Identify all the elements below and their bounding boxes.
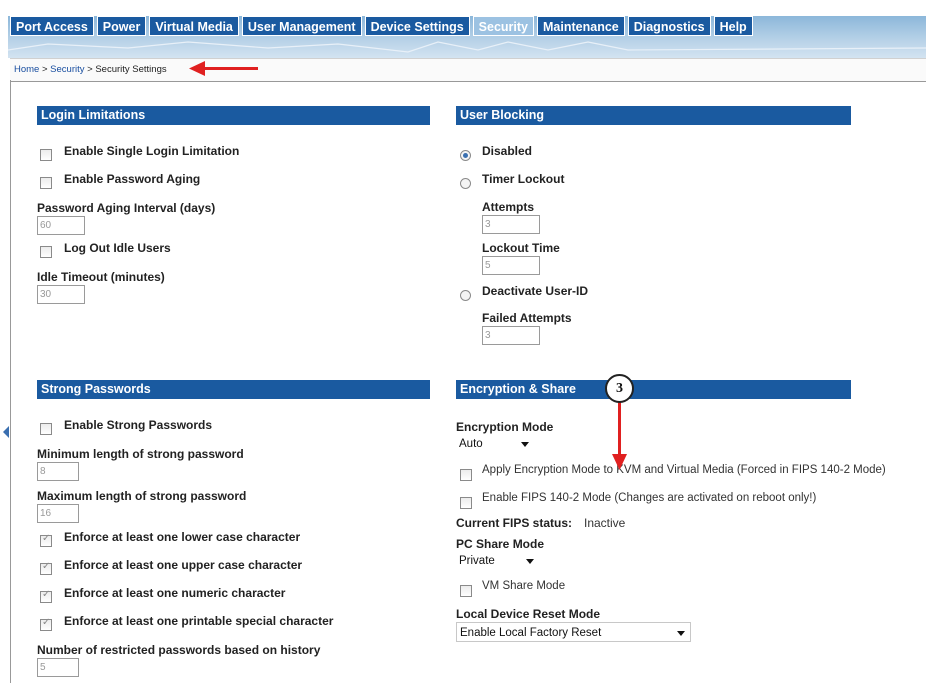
arrowhead-down-icon — [612, 454, 627, 470]
fips-status-label: Current FIPS status: — [456, 516, 573, 530]
special-char-checkbox[interactable] — [40, 617, 52, 631]
idle-timeout-label: Idle Timeout (minutes) — [37, 270, 165, 284]
password-aging-checkbox[interactable] — [40, 177, 52, 189]
banner-wave-decoration — [8, 41, 926, 53]
min-length-label: Minimum length of strong password — [37, 447, 244, 461]
password-history-label: Number of restricted passwords based on … — [37, 643, 321, 657]
vm-share-label: VM Share Mode — [482, 580, 566, 592]
single-login-label: Enable Single Login Limitation — [64, 144, 240, 158]
breadcrumb-security-link[interactable]: Security — [50, 64, 84, 75]
password-history-input[interactable]: 5 — [37, 658, 79, 677]
deactivate-user-radio[interactable] — [460, 290, 471, 301]
menu-tab-power[interactable]: Power — [96, 16, 147, 36]
top-banner: Port Access Power Virtual Media User Manage… — [0, 0, 926, 58]
content-left-border — [10, 80, 11, 683]
blocking-disabled-label: Disabled — [482, 144, 533, 158]
strong-passwords-label: Enable Strong Passwords — [64, 418, 213, 432]
menu-tab-security[interactable]: Security — [472, 16, 535, 36]
single-login-checkbox[interactable] — [40, 149, 52, 161]
numeric-label: Enforce at least one numeric character — [64, 586, 286, 600]
menu-tab-device-settings[interactable]: Device Settings — [364, 16, 470, 36]
fips-status-value: Inactive — [584, 516, 626, 530]
blocking-disabled-radio[interactable] — [460, 150, 471, 161]
apply-kvm-label: Apply Encryption Mode to KVM and Virtual… — [482, 464, 886, 476]
main-menu-bar: Port Access Power Virtual Media User Manage… — [10, 16, 756, 36]
deactivate-user-label: Deactivate User-ID — [482, 284, 589, 298]
reset-mode-select[interactable]: Enable Local Factory Reset — [456, 622, 691, 642]
password-aging-label: Enable Password Aging — [64, 172, 201, 186]
breadcrumb: Home > Security > Security Settings — [14, 64, 167, 75]
breadcrumb-current: Security Settings — [95, 64, 167, 75]
failed-attempts-input[interactable]: 3 — [482, 326, 540, 345]
lockout-time-label: Lockout Time — [482, 241, 560, 255]
arrowhead-left-icon — [189, 61, 205, 76]
dropdown-arrow-icon — [526, 559, 534, 564]
special-char-label: Enforce at least one printable special c… — [64, 614, 334, 628]
failed-attempts-label: Failed Attempts — [482, 311, 572, 325]
max-length-input[interactable]: 16 — [37, 504, 79, 523]
numeric-checkbox[interactable] — [40, 589, 52, 603]
breadcrumb-home-link[interactable]: Home — [14, 64, 39, 75]
min-length-input[interactable]: 8 — [37, 462, 79, 481]
collapse-handle-icon[interactable] — [3, 426, 9, 438]
lower-case-checkbox[interactable] — [40, 533, 52, 547]
vm-share-checkbox[interactable] — [460, 585, 472, 597]
pc-share-select[interactable]: Private — [456, 551, 539, 571]
encryption-mode-value: Auto — [459, 438, 483, 450]
pc-share-label: PC Share Mode — [456, 537, 545, 551]
aging-interval-label: Password Aging Interval (days) — [37, 201, 216, 215]
dropdown-arrow-icon — [677, 631, 685, 636]
callout-number-badge: 3 — [605, 374, 634, 403]
upper-case-checkbox[interactable] — [40, 561, 52, 575]
timer-lockout-label: Timer Lockout — [482, 172, 565, 186]
strong-passwords-header: Strong Passwords — [37, 380, 430, 399]
menu-tab-maintenance[interactable]: Maintenance — [537, 16, 625, 36]
max-length-label: Maximum length of strong password — [37, 489, 247, 503]
lockout-time-input[interactable]: 5 — [482, 256, 540, 275]
menu-tab-port-access[interactable]: Port Access — [10, 16, 94, 36]
strong-passwords-checkbox[interactable] — [40, 423, 52, 435]
reset-mode-value: Enable Local Factory Reset — [460, 627, 602, 639]
menu-tab-diagnostics[interactable]: Diagnostics — [627, 16, 711, 36]
attempts-label: Attempts — [482, 200, 535, 214]
dropdown-arrow-icon — [521, 442, 529, 447]
lower-case-label: Enforce at least one lower case characte… — [64, 530, 301, 544]
logout-idle-label: Log Out Idle Users — [64, 241, 171, 255]
menu-tab-virtual-media[interactable]: Virtual Media — [149, 16, 239, 36]
login-limitations-header: Login Limitations — [37, 106, 430, 125]
timer-lockout-radio[interactable] — [460, 178, 471, 189]
breadcrumb-separator: > — [84, 64, 96, 75]
encryption-share-header: Encryption & Share — [456, 380, 851, 399]
enable-fips-label: Enable FIPS 140-2 Mode (Changes are acti… — [482, 492, 817, 504]
user-blocking-header: User Blocking — [456, 106, 851, 125]
menu-tab-help[interactable]: Help — [713, 16, 753, 36]
logout-idle-checkbox[interactable] — [40, 246, 52, 258]
menu-tab-user-management[interactable]: User Management — [241, 16, 362, 36]
reset-mode-label: Local Device Reset Mode — [456, 607, 601, 621]
attempts-input[interactable]: 3 — [482, 215, 540, 234]
apply-kvm-checkbox[interactable] — [460, 469, 472, 481]
idle-timeout-input[interactable]: 30 — [37, 285, 85, 304]
upper-case-label: Enforce at least one upper case characte… — [64, 558, 303, 572]
aging-interval-input[interactable]: 60 — [37, 216, 85, 235]
encryption-mode-select[interactable]: Auto — [456, 434, 534, 454]
pc-share-value: Private — [459, 555, 495, 567]
breadcrumb-separator: > — [39, 64, 51, 75]
enable-fips-checkbox[interactable] — [460, 497, 472, 509]
encryption-mode-label: Encryption Mode — [456, 420, 554, 434]
